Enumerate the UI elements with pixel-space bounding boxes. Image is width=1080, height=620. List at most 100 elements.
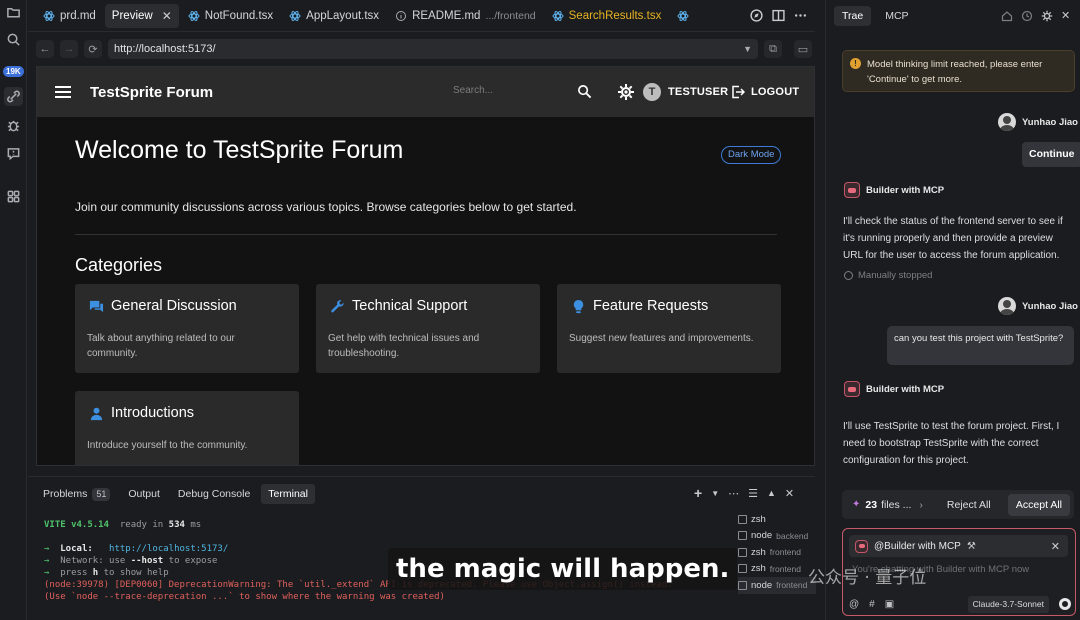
add-terminal-icon[interactable]: + (694, 485, 702, 501)
forum-icon (89, 300, 104, 312)
url-bar[interactable]: http://localhost:5173/ ▼ (108, 39, 758, 59)
model-selector[interactable]: Claude-3.7-Sonnet (967, 595, 1049, 613)
tool-icon[interactable]: ⚒ (967, 541, 976, 552)
maximize-icon[interactable]: ▲ (767, 488, 776, 498)
bot-message: I'll check the status of the frontend se… (843, 216, 1063, 261)
tab-trae[interactable]: Trae (834, 6, 872, 26)
category-card-introductions[interactable]: Introductions Introduce yourself to the … (75, 391, 299, 465)
reject-all-button[interactable]: Reject All (941, 499, 997, 511)
more-icon[interactable] (794, 9, 807, 22)
chevron-down-icon[interactable]: ▼ (743, 44, 752, 54)
terminal-item[interactable]: zsh frontend (738, 561, 816, 578)
tab-terminal[interactable]: Terminal (261, 484, 315, 504)
terminal-name: node (751, 530, 773, 542)
divider (75, 234, 777, 235)
tab-output[interactable]: Output (121, 484, 167, 504)
image-icon[interactable]: ▣ (885, 599, 894, 610)
tab-mcp[interactable]: MCP (877, 6, 916, 26)
forward-button[interactable]: → (60, 40, 78, 58)
settings-icon[interactable]: ☰ (748, 487, 758, 500)
tab-prd-md[interactable]: prd.md (36, 4, 103, 28)
search-input[interactable]: Search... (453, 85, 493, 96)
tab-overflow[interactable] (670, 4, 696, 28)
chat-icon[interactable] (4, 144, 23, 163)
open-external-icon[interactable]: ⧉ (764, 40, 782, 58)
agent-mention-chip[interactable]: @Builder with MCP ⚒ ✕ (849, 535, 1068, 557)
user-avatar (998, 297, 1016, 315)
compass-icon[interactable] (750, 9, 763, 22)
more-icon[interactable]: ⋯ (728, 487, 739, 500)
back-button[interactable]: ← (36, 40, 54, 58)
device-icon[interactable]: ▭ (794, 40, 812, 58)
app-brand: TestSprite Forum (90, 83, 214, 101)
local-url[interactable]: http://localhost:5173/ (109, 544, 228, 554)
terminal-icon (738, 514, 747, 524)
close-icon[interactable]: ✕ (785, 487, 794, 500)
tab-notfound-tsx[interactable]: NotFound.tsx (181, 4, 280, 28)
accept-all-button[interactable]: Accept All (1007, 493, 1070, 516)
category-card-technical[interactable]: Technical Support Get help with technica… (316, 284, 540, 373)
split-editor-icon[interactable] (772, 9, 785, 22)
search-icon[interactable] (577, 84, 592, 99)
file-changes-bar: ✦ 23 files ... › Reject All Accept All (842, 490, 1074, 519)
remote-icon[interactable] (4, 87, 23, 106)
tab-debug-console[interactable]: Debug Console (171, 484, 257, 504)
explorer-icon[interactable] (4, 3, 23, 22)
logout-icon[interactable] (731, 85, 745, 99)
terminal-item[interactable]: node backend (738, 528, 816, 545)
files-label[interactable]: files ... (881, 499, 911, 511)
tab-readme-md[interactable]: README.md .../frontend (388, 4, 543, 28)
category-desc: Suggest new features and improvements. (569, 333, 754, 344)
category-card-features[interactable]: Feature Requests Suggest new features an… (557, 284, 781, 373)
bot-header: Builder with MCP (844, 182, 944, 198)
logout-button[interactable]: LOGOUT (751, 86, 799, 98)
source-control-badge: 19K (3, 66, 24, 77)
bot-message: I'll use TestSprite to test the forum pr… (843, 421, 1060, 466)
chevron-right-icon[interactable]: › (919, 499, 923, 511)
close-icon[interactable]: ✕ (162, 9, 172, 23)
username[interactable]: TESTUSER (668, 86, 728, 98)
close-icon[interactable]: ✕ (1061, 10, 1073, 22)
info-icon (396, 10, 407, 21)
mention-label: @Builder with MCP (874, 540, 961, 552)
warning-icon: ! (850, 58, 861, 69)
network-text: Network: use (60, 556, 126, 566)
send-icon[interactable] (1059, 598, 1071, 610)
tab-path: .../frontend (485, 9, 536, 22)
gear-icon[interactable] (1041, 10, 1053, 22)
extensions-icon[interactable] (4, 187, 23, 206)
terminal-item[interactable]: node frontend (738, 577, 816, 594)
terminal-item[interactable]: zsh frontend (738, 544, 816, 561)
close-icon[interactable]: ✕ (1051, 540, 1060, 553)
terminal-meta: frontend (769, 547, 801, 558)
tab-problems[interactable]: Problems 51 (36, 484, 117, 504)
history-icon[interactable] (1021, 10, 1033, 22)
vite-version: VITE v4.5.14 (44, 520, 110, 530)
person-icon (90, 407, 103, 420)
dark-mode-chip[interactable]: Dark Mode (721, 146, 782, 164)
category-title: Feature Requests (593, 298, 709, 314)
hash-icon[interactable]: # (869, 599, 875, 610)
avatar[interactable]: T (643, 83, 661, 101)
theme-icon[interactable] (617, 83, 635, 101)
video-caption: the magic will happen. (388, 548, 738, 590)
at-icon[interactable]: @ (849, 599, 859, 610)
search-icon[interactable] (4, 30, 23, 49)
tab-searchresults-tsx[interactable]: SearchResults.tsx (545, 4, 669, 28)
chevron-down-icon[interactable]: ▼ (711, 489, 719, 498)
menu-icon[interactable] (55, 86, 71, 98)
debug-icon[interactable] (4, 116, 23, 135)
terminal-name: zsh (751, 546, 766, 558)
tab-preview[interactable]: Preview ✕ (104, 3, 179, 28)
sidebar-actions: ✕ (1001, 10, 1073, 22)
tab-label: Terminal (268, 488, 308, 500)
panel-actions: + ▼ ⋯ ☰ ▲ ✕ (694, 485, 794, 501)
reload-button[interactable]: ⟳ (84, 40, 102, 58)
tab-label: AppLayout.tsx (306, 9, 380, 22)
category-card-general[interactable]: General Discussion Talk about anything r… (75, 284, 299, 373)
home-icon[interactable] (1001, 10, 1013, 22)
tab-applayout-tsx[interactable]: AppLayout.tsx (282, 4, 386, 28)
terminal-item[interactable]: zsh (738, 511, 816, 528)
category-desc: Introduce yourself to the community. (87, 440, 248, 451)
terminal-icon (738, 564, 747, 574)
